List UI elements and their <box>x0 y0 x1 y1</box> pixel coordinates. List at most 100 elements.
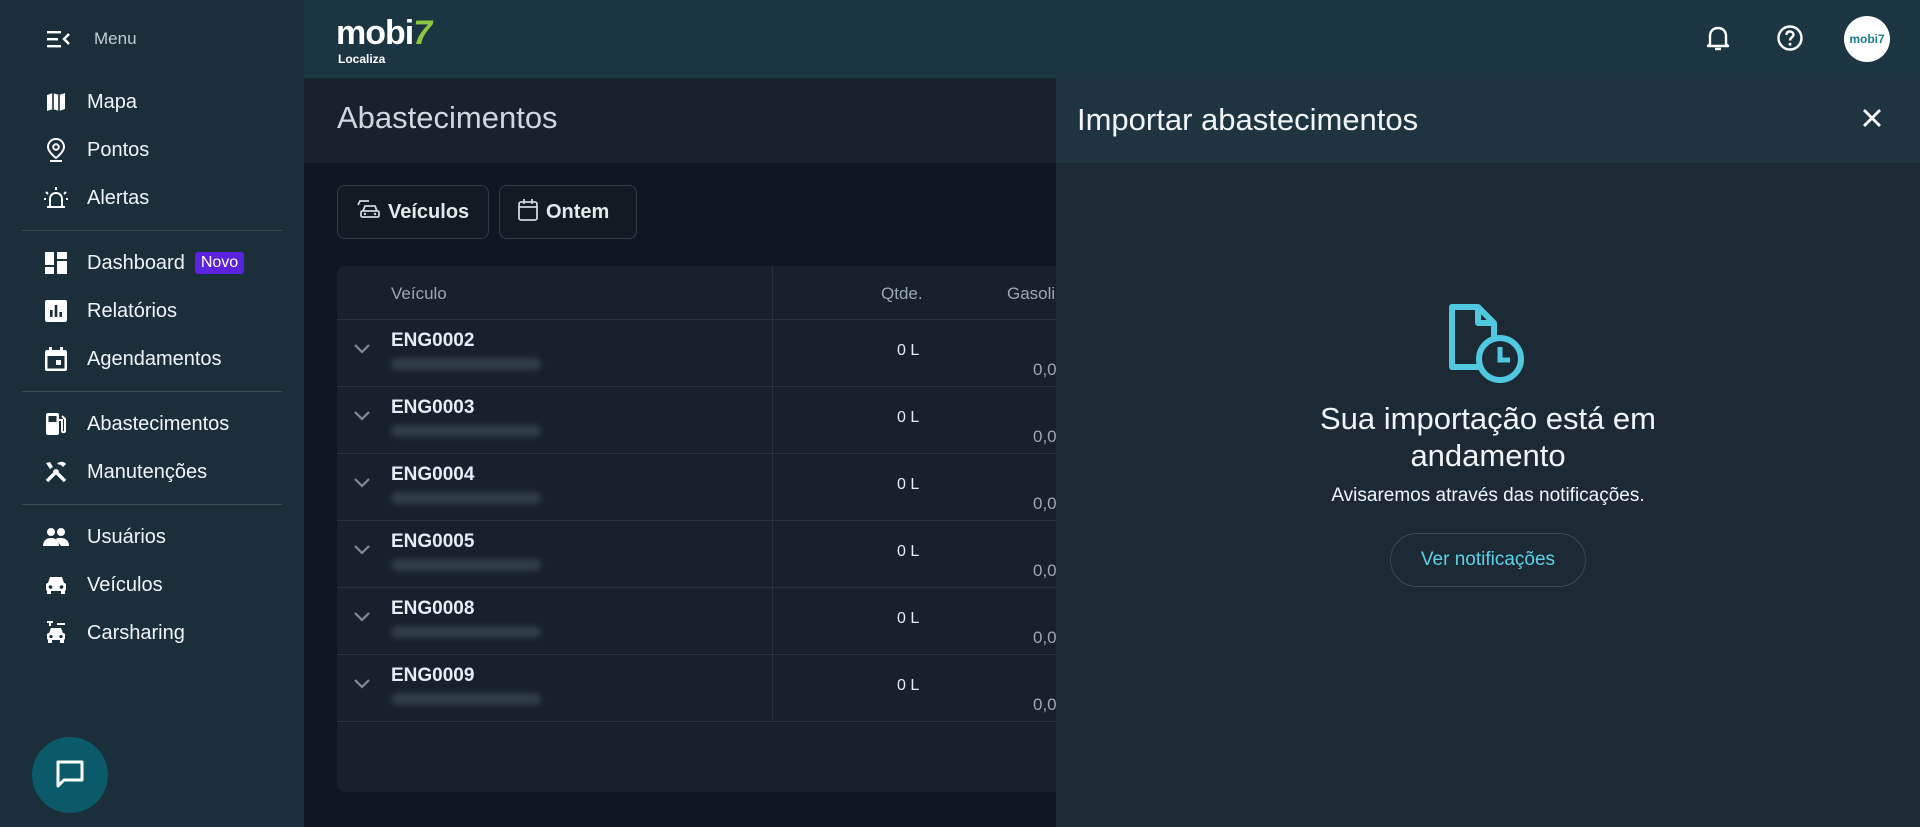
gas-cell: 0,0 <box>1033 494 1057 513</box>
map-icon <box>42 88 70 116</box>
dashboard-icon <box>42 249 70 277</box>
menu-toggle[interactable]: Menu <box>0 0 304 78</box>
sidebar-item-label: Agendamentos <box>87 347 222 370</box>
sidebar-item-mapa[interactable]: Mapa <box>0 78 304 126</box>
logo-word: mobi <box>336 14 414 52</box>
import-status-subtitle: Avisaremos através das notificações. <box>1331 485 1645 506</box>
chevron-down-icon[interactable] <box>353 342 371 360</box>
logo-subtitle: Localiza <box>338 52 386 66</box>
menu-label: Menu <box>94 29 137 48</box>
sidebar-item-label: Manutenções <box>87 460 208 483</box>
column-header-vehicle[interactable]: Veículo <box>391 284 447 304</box>
sidebar-item-label: Relatórios <box>87 299 178 322</box>
fuel-pump-icon <box>42 410 70 438</box>
avatar-logo: mobi7 <box>1849 32 1885 46</box>
notifications-bell-icon[interactable] <box>1702 22 1734 54</box>
vehicle-subtitle-redacted <box>391 425 541 437</box>
vehicle-id: ENG0003 <box>391 397 475 418</box>
column-header-gas[interactable]: Gasoli <box>1007 284 1055 304</box>
close-button[interactable] <box>1856 104 1888 136</box>
sidebar-item-usuarios[interactable]: Usuários <box>0 513 304 561</box>
vehicle-id: ENG0005 <box>391 531 475 552</box>
user-avatar[interactable]: mobi7 <box>1844 16 1890 62</box>
document-clock-icon <box>1448 303 1528 390</box>
logo-seven: 7 <box>413 14 432 52</box>
vehicle-subtitle-redacted <box>391 693 541 705</box>
sidebar-item-pontos[interactable]: Pontos <box>0 126 304 174</box>
sidebar-item-label: Mapa <box>87 90 138 113</box>
quantity-cell: 0 L <box>897 409 920 426</box>
sidebar-item-label: Dashboard <box>87 251 185 274</box>
sidebar-item-label: Carsharing <box>87 621 185 644</box>
sidebar-item-relatorios[interactable]: Relatórios <box>0 287 304 335</box>
nav-group-1: Mapa Pontos Alertas <box>0 78 304 222</box>
carsharing-icon <box>42 619 70 647</box>
mobi7-logo[interactable]: mobi7 Localiza <box>336 14 432 66</box>
sidebar-item-abastecimentos[interactable]: Abastecimentos <box>0 400 304 448</box>
vehicle-subtitle-redacted <box>391 626 541 638</box>
sidebar-item-label: Alertas <box>87 186 150 209</box>
chat-bubble-icon <box>54 757 86 794</box>
sidebar-item-agendamentos[interactable]: Agendamentos <box>0 335 304 383</box>
quantity-cell: 0 L <box>897 543 920 560</box>
sidebar-item-label: Veículos <box>87 573 163 596</box>
vehicle-id: ENG0002 <box>391 330 475 351</box>
chevron-down-icon[interactable] <box>353 677 371 695</box>
location-pin-icon <box>42 136 70 164</box>
gas-cell: 0,0 <box>1033 360 1057 379</box>
page-title: Abastecimentos <box>337 100 558 135</box>
chevron-down-icon[interactable] <box>353 476 371 494</box>
vehicles-filter-icon <box>356 199 380 226</box>
quantity-cell: 0 L <box>897 677 920 694</box>
sidebar-item-dashboard[interactable]: Dashboard Novo <box>0 239 304 287</box>
gas-cell: 0,0 <box>1033 628 1057 647</box>
sidebar-item-label: Abastecimentos <box>87 412 230 435</box>
nav-group-4: Usuários Veículos Carsharing <box>0 513 304 657</box>
sidebar-item-carsharing[interactable]: Carsharing <box>0 609 304 657</box>
gas-cell: 0,0 <box>1033 695 1057 714</box>
calendar-icon <box>42 345 70 373</box>
new-badge: Novo <box>194 252 245 274</box>
chevron-down-icon[interactable] <box>353 409 371 427</box>
date-filter-button[interactable]: Ontem <box>499 185 637 239</box>
close-icon <box>1862 108 1882 133</box>
divider <box>22 504 282 505</box>
vehicle-id: ENG0009 <box>391 665 475 686</box>
date-filter-label: Ontem <box>546 200 610 223</box>
report-chart-icon <box>42 297 70 325</box>
chat-button[interactable] <box>32 737 108 813</box>
sidebar-item-veiculos[interactable]: Veículos <box>0 561 304 609</box>
vehicle-subtitle-redacted <box>391 358 541 370</box>
divider <box>22 391 282 392</box>
vehicle-id: ENG0008 <box>391 598 475 619</box>
import-status-title: Sua importação está em andamento <box>1319 401 1656 473</box>
sidebar: Menu Mapa Pontos Alertas Dashboard Novo … <box>0 0 304 827</box>
sidebar-item-label: Pontos <box>87 138 150 161</box>
sidebar-item-alertas[interactable]: Alertas <box>0 174 304 222</box>
calendar-outline-icon <box>518 198 538 226</box>
top-bar: mobi7 Localiza mobi7 <box>304 0 1920 78</box>
drawer-header: Importar abastecimentos <box>1056 78 1920 163</box>
sidebar-item-manutencoes[interactable]: Manutenções <box>0 448 304 496</box>
chevron-down-icon[interactable] <box>353 610 371 628</box>
vehicles-filter-button[interactable]: Veículos <box>337 185 489 239</box>
vehicle-subtitle-redacted <box>391 559 541 571</box>
nav-group-2: Dashboard Novo Relatórios Agendamentos <box>0 239 304 383</box>
column-header-qty[interactable]: Qtde. <box>881 284 923 304</box>
gas-cell: 0,0 <box>1033 427 1057 446</box>
siren-icon <box>42 184 70 212</box>
menu-collapse-icon <box>46 26 72 52</box>
gas-cell: 0,0 <box>1033 561 1057 580</box>
quantity-cell: 0 L <box>897 342 920 359</box>
help-icon[interactable] <box>1774 22 1806 54</box>
chevron-down-icon[interactable] <box>353 543 371 561</box>
quantity-cell: 0 L <box>897 476 920 493</box>
vehicle-id: ENG0004 <box>391 464 475 485</box>
vehicles-filter-label: Veículos <box>388 200 470 223</box>
vehicle-subtitle-redacted <box>391 492 541 504</box>
view-notifications-button[interactable]: Ver notificações <box>1390 533 1586 587</box>
car-icon <box>42 571 70 599</box>
divider <box>22 230 282 231</box>
quantity-cell: 0 L <box>897 610 920 627</box>
sidebar-item-label: Usuários <box>87 525 166 548</box>
